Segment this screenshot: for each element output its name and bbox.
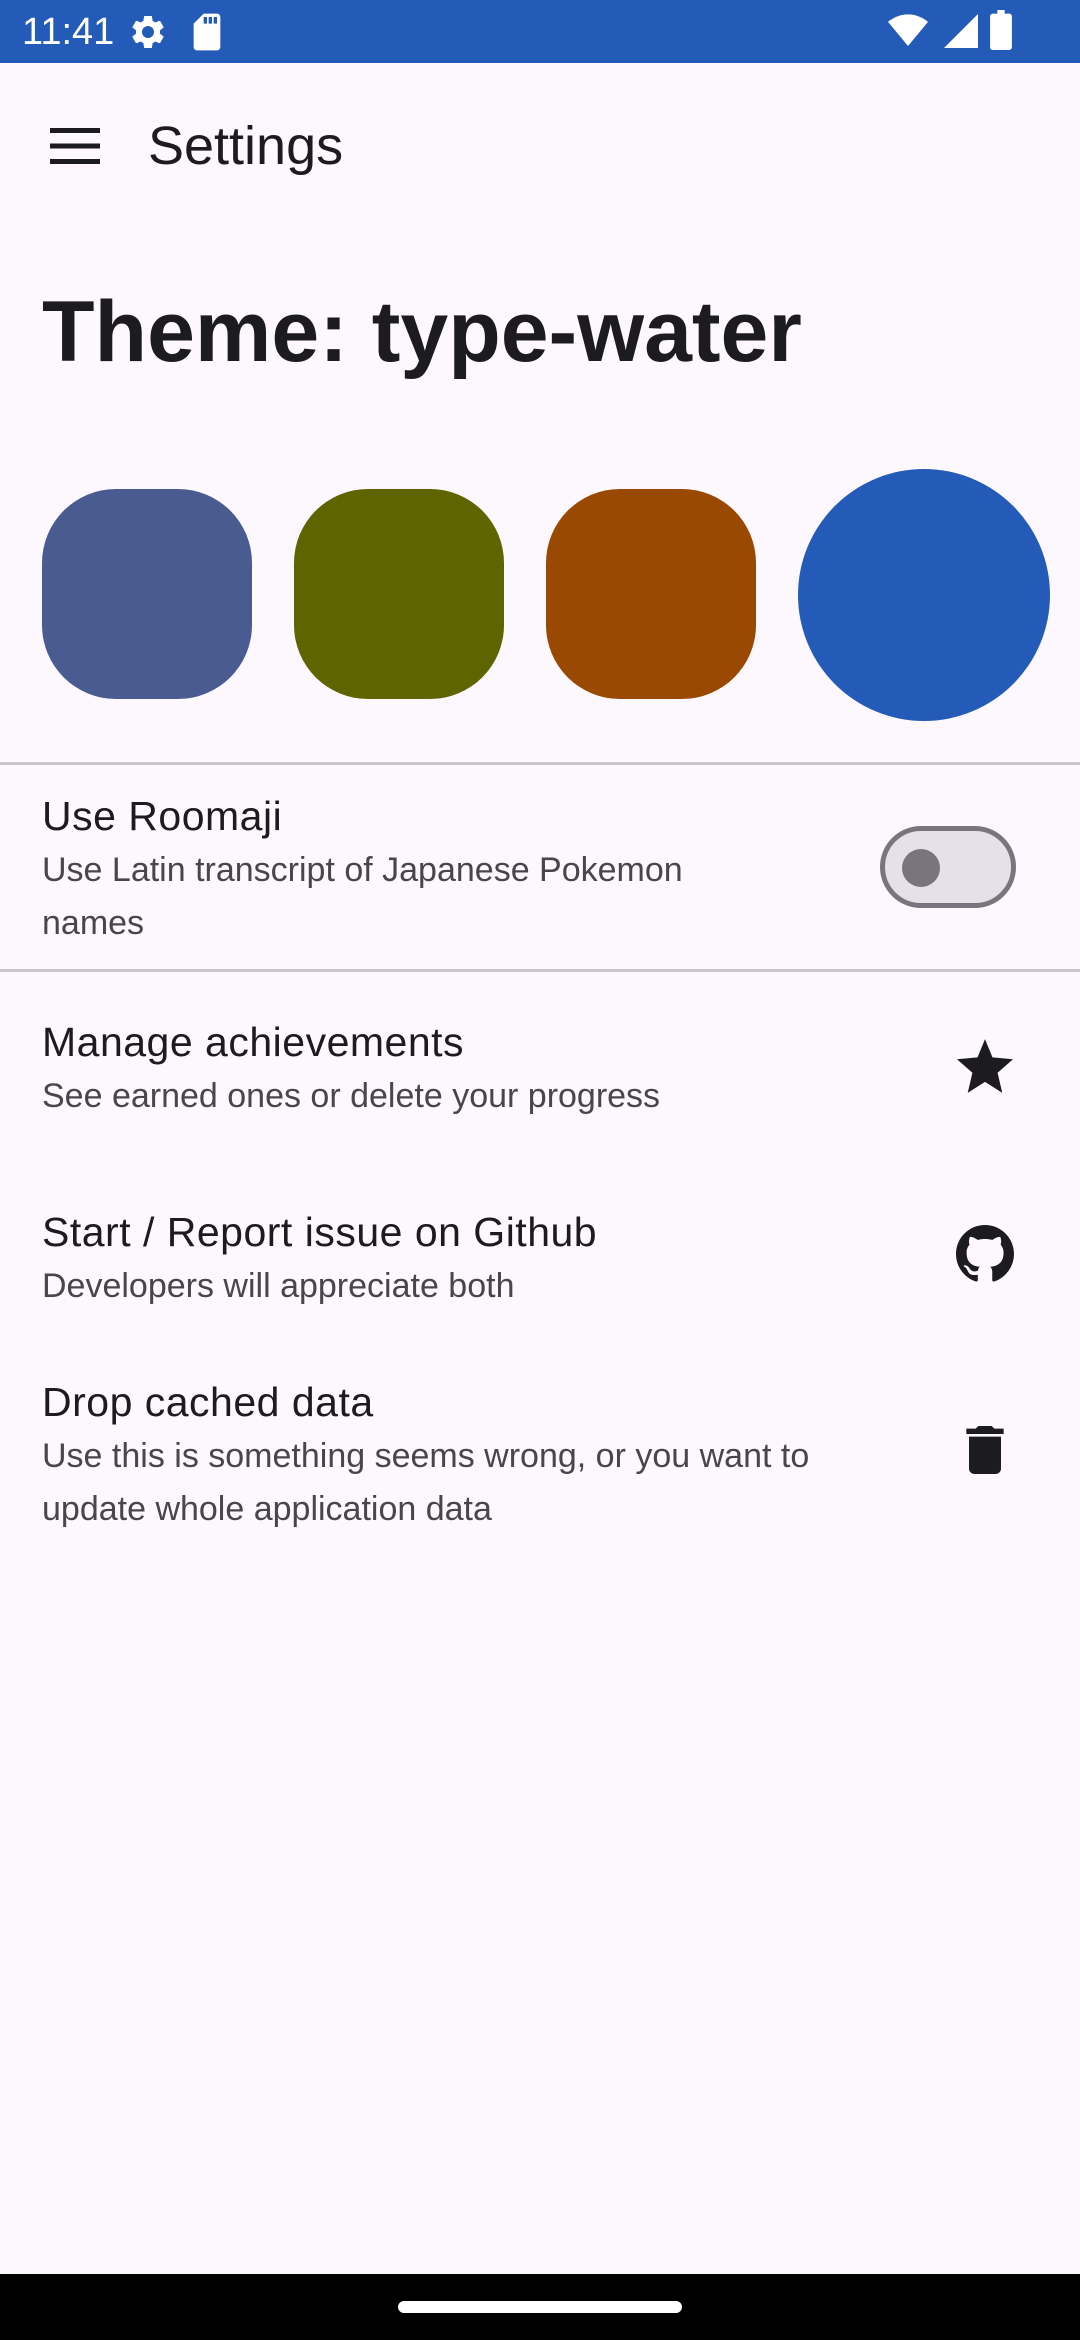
theme-swatch-olive[interactable] <box>294 489 504 699</box>
roomaji-toggle[interactable] <box>880 826 1016 908</box>
wifi-icon <box>888 14 928 53</box>
setting-cache-title: Drop cached data <box>42 1379 374 1425</box>
status-bar: 11:41 <box>0 0 1080 63</box>
settings-gear-icon <box>128 12 168 57</box>
theme-title: Theme: type-water <box>42 284 802 380</box>
setting-drop-cache[interactable]: Drop cached data Use this is something s… <box>0 1370 1080 1550</box>
trash-icon <box>949 1414 1021 1486</box>
top-app-bar: Settings <box>0 63 1080 231</box>
setting-github-title: Start / Report issue on Github <box>42 1209 598 1255</box>
home-gesture-handle[interactable] <box>398 2301 682 2313</box>
theme-swatch-indigo[interactable] <box>42 489 252 699</box>
setting-cache-description: Use this is something seems wrong, or yo… <box>42 1437 810 1475</box>
theme-swatch-rust[interactable] <box>546 489 756 699</box>
system-navigation-bar <box>0 2274 1080 2340</box>
divider <box>0 969 1080 972</box>
status-time: 11:41 <box>22 11 115 53</box>
star-icon <box>949 1030 1021 1102</box>
setting-achievements-description: See earned ones or delete your progress <box>42 1077 661 1115</box>
setting-roomaji-title: Use Roomaji <box>42 793 283 839</box>
github-icon <box>949 1218 1021 1290</box>
page-title: Settings <box>148 116 344 176</box>
toggle-knob <box>902 849 940 887</box>
setting-cache-description-line2: update whole application data <box>42 1490 492 1528</box>
setting-roomaji-description-line2: names <box>42 904 145 942</box>
hamburger-menu-icon <box>50 127 100 169</box>
setting-roomaji-description: Use Latin transcript of Japanese Pokemon <box>42 851 683 889</box>
theme-swatch-blue-selected[interactable] <box>798 469 1050 721</box>
setting-manage-achievements[interactable]: Manage achievements See earned ones or d… <box>0 1000 1080 1160</box>
cellular-signal-icon <box>944 14 978 53</box>
setting-achievements-title: Manage achievements <box>42 1019 465 1065</box>
sd-card-icon <box>190 12 224 57</box>
battery-icon <box>990 10 1012 55</box>
setting-github-description: Developers will appreciate both <box>42 1267 515 1305</box>
setting-github-issue[interactable]: Start / Report issue on Github Developer… <box>0 1190 1080 1350</box>
menu-button[interactable] <box>30 103 120 193</box>
